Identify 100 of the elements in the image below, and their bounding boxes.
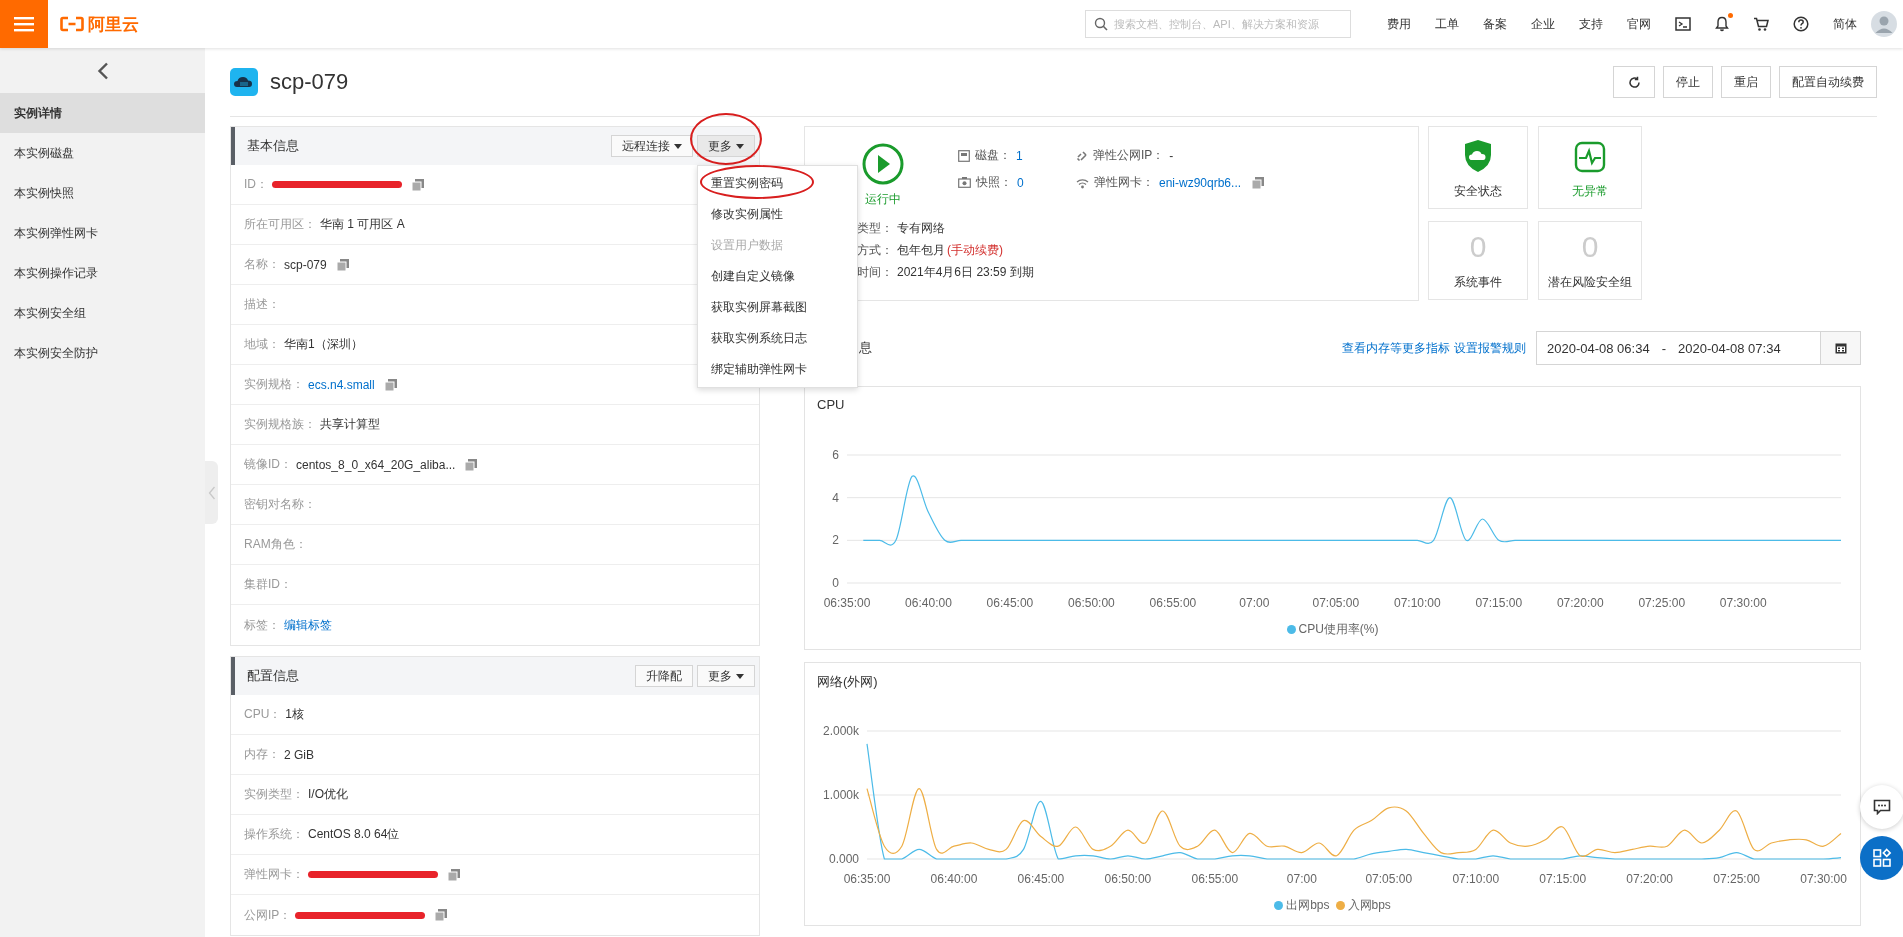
field-label: 类型： <box>857 220 893 237</box>
field-label: 地域： <box>244 336 280 353</box>
copy-icon[interactable] <box>448 868 460 881</box>
tick-label: 07:25:00 <box>1713 872 1760 886</box>
copy-icon[interactable] <box>412 178 424 191</box>
copy-icon[interactable] <box>384 378 397 391</box>
section-title: 息 <box>859 339 872 357</box>
tick-label: 06:50:00 <box>1068 596 1115 610</box>
tick-label: 07:15:00 <box>1539 872 1587 886</box>
tick-label: 06:40:00 <box>905 596 952 610</box>
action-button[interactable]: 停止 <box>1663 66 1713 98</box>
field-value: 2021年4月6日 23:59 到期 <box>897 264 1034 281</box>
nav-link[interactable]: 支持 <box>1579 15 1603 33</box>
field-label: CPU： <box>244 706 282 723</box>
dropdown-button[interactable]: 升降配 <box>635 665 693 687</box>
avatar[interactable] <box>1871 11 1897 37</box>
nav-link[interactable]: 官网 <box>1627 15 1651 33</box>
copy-icon[interactable] <box>435 909 448 921</box>
link-icon <box>1076 149 1088 162</box>
field-label: 时间： <box>857 264 893 281</box>
menu-item[interactable]: 创建自定义镜像 <box>698 261 857 292</box>
back-icon[interactable] <box>96 61 109 80</box>
language-link[interactable]: 简体 <box>1833 15 1857 33</box>
copy-icon[interactable] <box>336 258 349 271</box>
field-label: 集群ID： <box>244 576 292 593</box>
tick-label: 06:35:00 <box>843 872 891 886</box>
nav-link[interactable]: 工单 <box>1435 15 1459 33</box>
status-tile[interactable]: 安全状态 <box>1428 126 1528 209</box>
refresh-button[interactable] <box>1613 66 1655 98</box>
field-link[interactable]: 编辑标签 <box>284 616 332 634</box>
menu-icon <box>14 16 34 32</box>
apps-button[interactable] <box>1860 836 1903 880</box>
sidebar-item[interactable]: 本实例快照 <box>0 173 205 213</box>
tick-label: 07:00 <box>1286 872 1317 886</box>
sidebar-item[interactable]: 本实例弹性网卡 <box>0 213 205 253</box>
stat-link[interactable]: 0 <box>1017 175 1024 190</box>
monitor-link[interactable]: 设置报警规则 <box>1454 339 1526 357</box>
menu-item[interactable]: 获取实例屏幕截图 <box>698 292 857 323</box>
camera-icon <box>958 177 971 188</box>
nav-link[interactable]: 备案 <box>1483 15 1507 33</box>
search-field[interactable]: 搜索文档、控制台、API、解决方案和资源 <box>1085 10 1351 38</box>
tick-label: 1.000k <box>822 788 859 802</box>
menu-button[interactable] <box>0 0 48 48</box>
monitor-link[interactable]: 查看内存等更多指标 <box>1342 339 1450 357</box>
field-label: 实例规格族： <box>244 416 316 433</box>
menu-item[interactable]: 绑定辅助弹性网卡 <box>698 354 857 385</box>
sidebar-item[interactable]: 本实例磁盘 <box>0 133 205 173</box>
field-label: 标签： <box>244 616 280 634</box>
status-text: 运行中 <box>865 191 901 208</box>
tick-label: 2 <box>832 533 839 548</box>
nav-link[interactable]: 费用 <box>1387 15 1411 33</box>
date-range-field[interactable]: 2020-04-08 06:34 - 2020-04-08 07:34 <box>1536 331 1821 365</box>
status-tile[interactable]: 无异常 <box>1538 126 1642 209</box>
stat-link[interactable]: eni-wz90qrb6... <box>1159 175 1242 190</box>
field-value: 华南 1 可用区 A <box>320 216 405 233</box>
tick-label: 0.000 <box>828 852 859 866</box>
nav-link[interactable]: 企业 <box>1531 15 1555 33</box>
action-button[interactable]: 配置自动续费 <box>1779 66 1877 98</box>
field-label: 方式： <box>857 242 893 259</box>
field-value: 专有网络 <box>897 220 945 237</box>
bell-icon[interactable] <box>1715 16 1729 32</box>
tick-label: 06:55:00 <box>1149 596 1197 610</box>
dropdown-button[interactable]: 更多 <box>697 665 755 687</box>
menu-item[interactable]: 重置实例密码 <box>698 168 857 199</box>
menu-item[interactable]: 修改实例属性 <box>698 199 857 230</box>
tick-label: 07:30:00 <box>1719 596 1767 610</box>
copy-icon[interactable] <box>1252 176 1265 189</box>
sidebar-item[interactable]: 本实例操作记录 <box>0 253 205 293</box>
collapse-handle[interactable] <box>205 461 218 524</box>
field-label: 名称： <box>244 256 280 273</box>
sidebar-item[interactable]: 实例详情 <box>0 93 205 133</box>
help-icon[interactable] <box>1793 16 1809 32</box>
calendar-button[interactable] <box>1821 331 1861 365</box>
copy-icon[interactable] <box>465 458 478 471</box>
tick-label: 6 <box>832 448 839 462</box>
dropdown-button[interactable]: 远程连接 <box>611 135 693 157</box>
sidebar-item[interactable]: 本实例安全防护 <box>0 333 205 373</box>
stat-link[interactable]: 1 <box>1016 148 1023 163</box>
logo-icon <box>60 16 84 32</box>
logo-text: 阿里云 <box>88 13 139 36</box>
field-link[interactable]: ecs.n4.small <box>308 377 375 392</box>
chat-button[interactable] <box>1860 785 1903 829</box>
field-label: 镜像ID： <box>244 456 292 473</box>
cart-icon[interactable] <box>1753 16 1769 32</box>
tick-label: 06:45:00 <box>1017 872 1065 886</box>
dropdown-button[interactable]: 更多 <box>697 135 755 157</box>
menu-item[interactable]: 获取实例系统日志 <box>698 323 857 354</box>
chart-title: CPU <box>817 397 845 412</box>
tile-label: 无异常 <box>1572 183 1608 200</box>
legend-label: CPU使用率(%) <box>1298 621 1379 638</box>
action-button[interactable]: 重启 <box>1721 66 1771 98</box>
field-label: 密钥对名称： <box>244 496 316 513</box>
sidebar-item[interactable]: 本实例安全组 <box>0 293 205 333</box>
search-icon <box>1094 17 1108 31</box>
field-value: scp-079 <box>284 257 327 272</box>
field-label: ID： <box>244 176 268 193</box>
tick-label: 07:05:00 <box>1365 872 1413 886</box>
tick-label: 06:55:00 <box>1191 872 1239 886</box>
terminal-icon[interactable] <box>1675 17 1691 31</box>
tick-label: 4 <box>832 490 839 505</box>
